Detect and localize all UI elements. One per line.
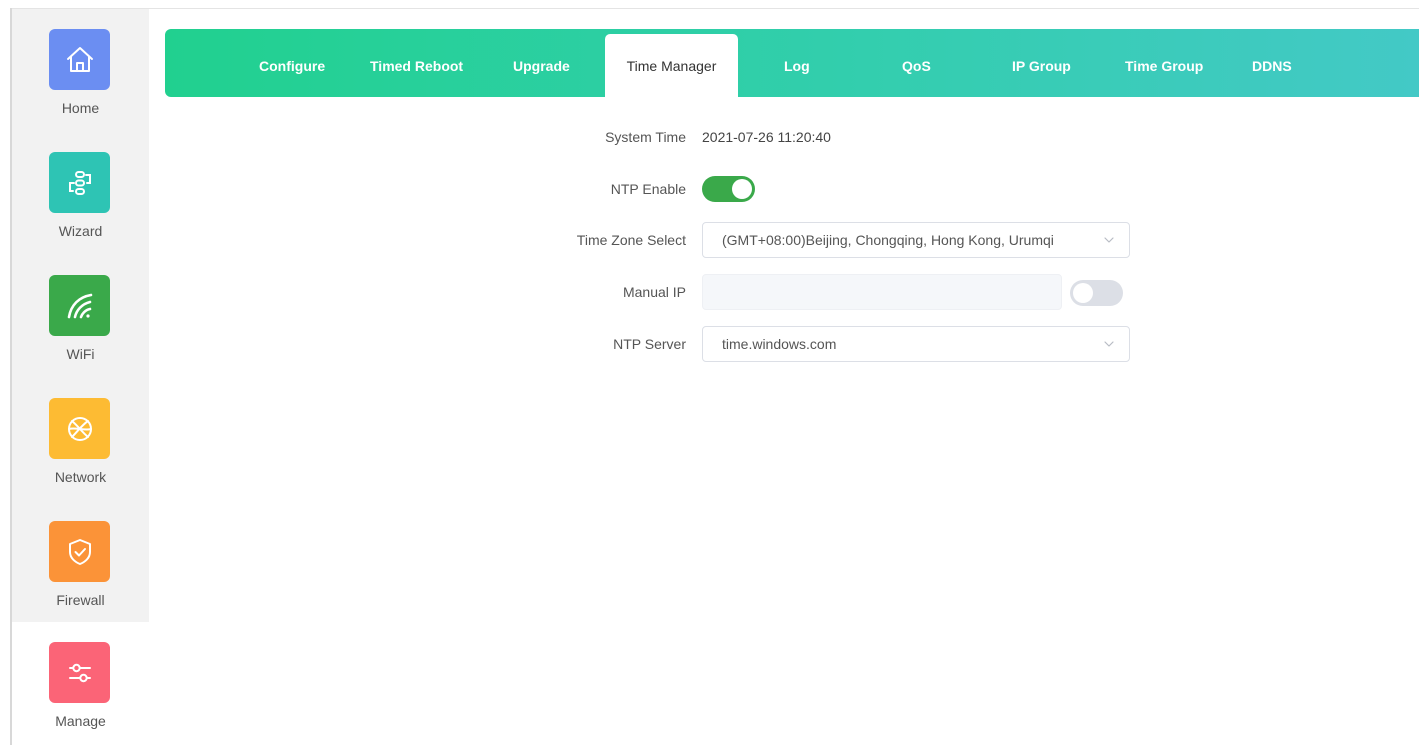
manual-ip-input[interactable]: [702, 274, 1062, 310]
tab-log[interactable]: Log: [784, 29, 810, 97]
time-zone-value: (GMT+08:00)Beijing, Chongqing, Hong Kong…: [722, 232, 1054, 248]
sidebar-item-label: Wizard: [58, 223, 103, 239]
sidebar-item-label: Home: [61, 100, 100, 116]
window-edge: [0, 0, 12, 745]
sidebar-item-network[interactable]: Network: [12, 378, 149, 501]
wifi-icon: [49, 275, 110, 336]
tab-time-group[interactable]: Time Group: [1125, 29, 1203, 97]
manual-ip-label: Manual IP: [622, 284, 686, 300]
tab-bar: Configure Timed Reboot Upgrade Time Mana…: [165, 29, 1419, 97]
ntp-server-label: NTP Server: [613, 336, 686, 352]
time-zone-select[interactable]: (GMT+08:00)Beijing, Chongqing, Hong Kong…: [702, 222, 1130, 258]
tab-upgrade[interactable]: Upgrade: [513, 29, 570, 97]
ntp-enable-label: NTP Enable: [610, 181, 686, 197]
sidebar-item-home[interactable]: Home: [12, 9, 149, 132]
sidebar-item-wizard[interactable]: Wizard: [12, 132, 149, 255]
sidebar: Home Wizard WiFi Network Firewall Manage: [12, 9, 149, 745]
time-zone-label: Time Zone Select: [576, 232, 686, 248]
system-time-label: System Time: [605, 129, 686, 145]
system-time-value: 2021-07-26 11:20:40: [702, 129, 831, 145]
sidebar-item-wifi[interactable]: WiFi: [12, 255, 149, 378]
tab-qos[interactable]: QoS: [902, 29, 931, 97]
chevron-down-icon: [1104, 237, 1114, 243]
manual-ip-toggle[interactable]: [1070, 280, 1123, 306]
tab-time-manager[interactable]: Time Manager: [605, 34, 738, 97]
sidebar-item-manage[interactable]: Manage: [12, 622, 149, 745]
top-divider: [12, 8, 1419, 9]
firewall-shield-icon: [49, 521, 110, 582]
sidebar-item-label: WiFi: [66, 346, 95, 362]
wizard-icon: [49, 152, 110, 213]
toggle-knob: [1073, 283, 1093, 303]
sidebar-item-firewall[interactable]: Firewall: [12, 501, 149, 624]
ntp-server-value: time.windows.com: [722, 336, 837, 352]
network-icon: [49, 398, 110, 459]
page: Home Wizard WiFi Network Firewall Manage…: [0, 0, 1419, 745]
sidebar-item-label: Manage: [55, 713, 106, 729]
tab-configure[interactable]: Configure: [259, 29, 325, 97]
sidebar-item-label: Network: [54, 469, 107, 485]
ntp-server-select[interactable]: time.windows.com: [702, 326, 1130, 362]
chevron-down-icon: [1104, 341, 1114, 347]
ntp-enable-toggle[interactable]: [702, 176, 755, 202]
sidebar-item-label: Firewall: [56, 592, 105, 608]
tab-timed-reboot[interactable]: Timed Reboot: [370, 29, 463, 97]
toggle-knob: [732, 179, 752, 199]
home-icon: [49, 29, 110, 90]
tab-ddns[interactable]: DDNS: [1252, 29, 1292, 97]
manage-sliders-icon: [49, 642, 110, 703]
tab-ip-group[interactable]: IP Group: [1012, 29, 1071, 97]
